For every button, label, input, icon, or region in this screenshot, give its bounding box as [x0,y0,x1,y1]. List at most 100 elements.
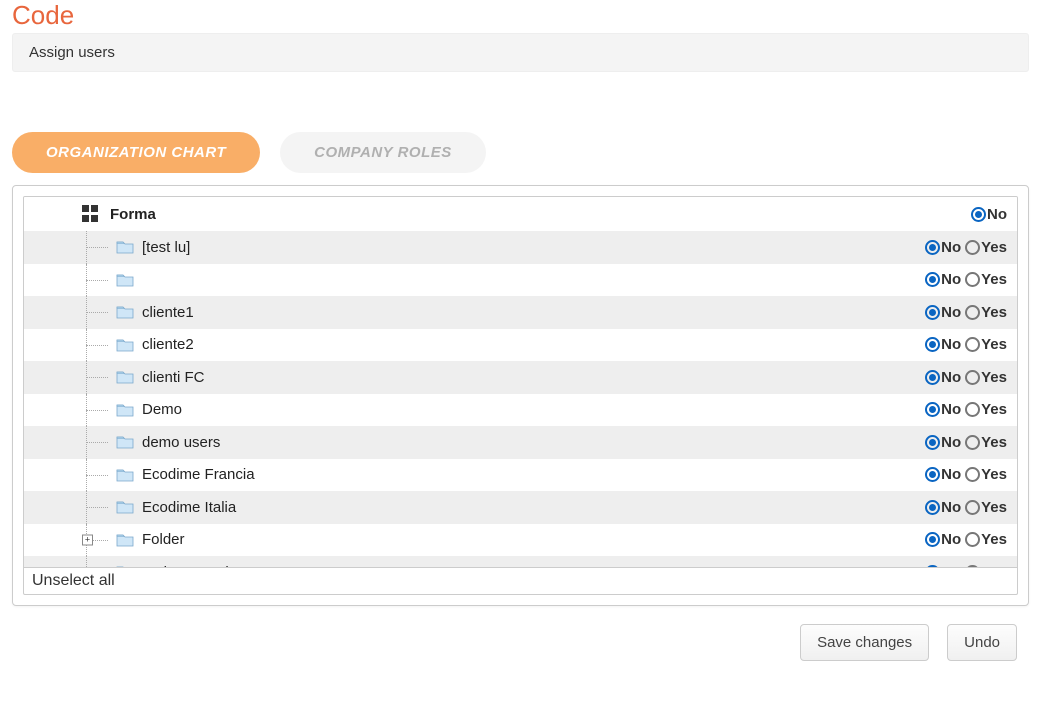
tab-organization-chart[interactable]: ORGANIZATION CHART [12,132,260,173]
tab-company-roles[interactable]: COMPANY ROLES [280,132,486,173]
radio-group: No Yes [923,304,1007,321]
tree-scroll[interactable]: FormaNo[test lu]NoYesNoYescliente1NoYesc… [24,197,1017,567]
radio-yes[interactable]: Yes [965,564,1007,567]
tree-row-label: [test lu] [142,239,923,256]
radio-yes[interactable]: Yes [965,499,1007,516]
tree-row[interactable]: + Folder No Yes [24,524,1017,557]
save-button[interactable]: Save changes [800,624,929,661]
tree-wrap: FormaNo[test lu]NoYesNoYescliente1NoYesc… [23,196,1018,595]
radio-yes-label: Yes [981,466,1007,483]
radio-no[interactable]: No [925,531,961,548]
radio-yes-label: Yes [981,239,1007,256]
radio-no-label: No [941,531,961,548]
tree-row-label: Ecodime Francia [142,466,923,483]
folder-icon [116,239,134,255]
radio-yes[interactable]: Yes [965,531,1007,548]
radio-group: No Yes [923,466,1007,483]
folder-icon [116,532,134,548]
radio-yes[interactable]: Yes [965,271,1007,288]
tree-row[interactable]: Ecodime FranciaNo Yes [24,459,1017,492]
folder-icon [116,272,134,288]
tree-row-label: Ecodime Italia [142,499,923,516]
folder-icon [116,564,134,567]
radio-yes-label: Yes [981,304,1007,321]
tree-leader [24,459,116,492]
radio-group: NoYes [923,401,1007,418]
radio-no-label: No [941,336,961,353]
expand-icon[interactable]: + [82,534,93,545]
tree-leader [24,361,116,394]
radio-no[interactable]: No [925,401,961,418]
folder-icon [116,337,134,353]
tree-row[interactable]: cliente1 No Yes [24,296,1017,329]
tree-leader [24,556,116,567]
radio-no-label: No [941,499,961,516]
tree-row-label: cliente1 [142,304,923,321]
radio-group: No Yes [923,239,1007,256]
radio-yes[interactable]: Yes [965,304,1007,321]
radio-no-label: No [941,434,961,451]
radio-yes-label: Yes [981,531,1007,548]
tabs-container: ORGANIZATION CHART COMPANY ROLES [0,132,1041,185]
radio-no-label: No [941,271,961,288]
tree-row-label: Demo [142,401,923,418]
radio-group: No Yes [923,336,1007,353]
tree-leader [24,394,116,427]
radio-yes-label: Yes [981,271,1007,288]
tree-row-label: clienti FC [142,369,923,386]
radio-yes[interactable]: Yes [965,401,1007,418]
tree-leader [24,491,116,524]
radio-group: NoYes [923,499,1007,516]
tree-row-label: cliente2 [142,336,923,353]
radio-no[interactable]: No [925,466,961,483]
radio-no[interactable]: No [925,434,961,451]
radio-yes[interactable]: Yes [965,466,1007,483]
page-title: Code [0,0,1041,33]
radio-group: No Yes [923,531,1007,548]
radio-no[interactable]: No [925,336,961,353]
tree-row[interactable]: nodopercatalogoNo Yes [24,556,1017,567]
radio-no[interactable]: No [925,369,961,386]
tree-root-row[interactable]: FormaNo [24,197,1017,231]
radio-group: No [969,206,1007,223]
radio-no[interactable]: No [971,206,1007,223]
unselect-all-link[interactable]: Unselect all [24,567,1017,594]
tree-row[interactable]: clienti FC NoYes [24,361,1017,394]
tree-leader [24,296,116,329]
radio-yes[interactable]: Yes [965,369,1007,386]
radio-yes[interactable]: Yes [965,336,1007,353]
subtitle-bar: Assign users [12,33,1029,72]
tree-leader [24,329,116,362]
radio-no-label: No [941,304,961,321]
folder-icon [116,499,134,515]
radio-group: No Yes [923,564,1007,567]
tree-row[interactable]: demo usersNoYes [24,426,1017,459]
tree-row[interactable]: Ecodime ItaliaNoYes [24,491,1017,524]
tree-row[interactable]: cliente2 No Yes [24,329,1017,362]
folder-icon [116,434,134,450]
radio-no[interactable]: No [925,304,961,321]
radio-no-label: No [941,239,961,256]
radio-yes[interactable]: Yes [965,239,1007,256]
tree-panel: FormaNo[test lu]NoYesNoYescliente1NoYesc… [12,185,1029,606]
undo-button[interactable]: Undo [947,624,1017,661]
radio-group: No Yes [923,434,1007,451]
tree-row-label: nodopercatalogo [142,564,923,567]
tree-row[interactable]: No Yes [24,264,1017,297]
grid-icon [82,205,100,223]
radio-no[interactable]: No [925,239,961,256]
tree-row[interactable]: DemoNoYes [24,394,1017,427]
tree-leader: + [24,524,116,557]
radio-yes-label: Yes [981,564,1007,567]
radio-yes[interactable]: Yes [965,434,1007,451]
tree-row-label: Folder [142,531,923,548]
tree-row[interactable]: [test lu] No Yes [24,231,1017,264]
radio-no[interactable]: No [925,271,961,288]
radio-no-label: No [987,206,1007,223]
radio-no[interactable]: No [925,499,961,516]
radio-group: No Yes [923,271,1007,288]
radio-no-label: No [941,369,961,386]
radio-yes-label: Yes [981,336,1007,353]
radio-yes-label: Yes [981,434,1007,451]
radio-no[interactable]: No [925,564,961,567]
